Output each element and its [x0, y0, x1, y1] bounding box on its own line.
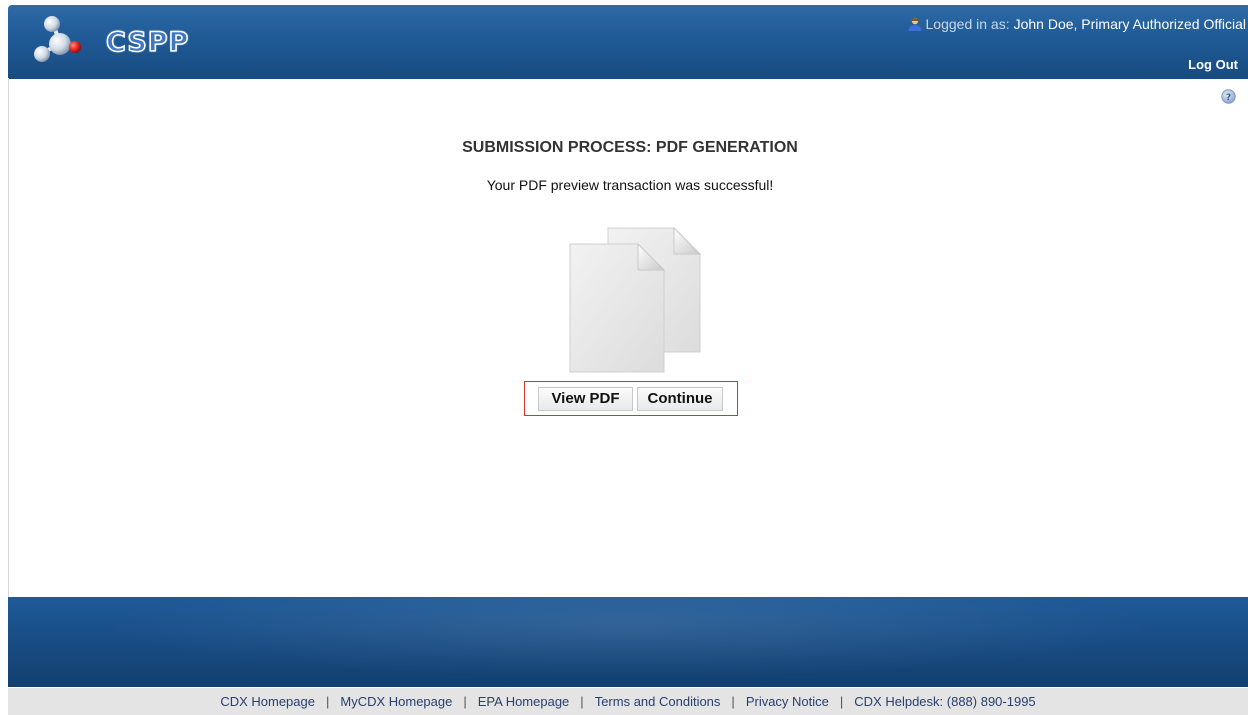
- footer-separator: |: [839, 694, 844, 709]
- user-name: John Doe, Primary Authorized Official: [1013, 16, 1246, 32]
- footer-links: CDX Homepage | MyCDX Homepage | EPA Home…: [8, 688, 1248, 715]
- document-copy-icon: [569, 226, 702, 373]
- molecule-logo-icon: [34, 16, 81, 62]
- page-title: SUBMISSION PROCESS: PDF GENERATION: [462, 139, 798, 156]
- footer-banner: [8, 597, 1248, 687]
- footer-link-cdx-homepage[interactable]: CDX Homepage: [220, 694, 315, 709]
- footer-link-helpdesk[interactable]: CDX Helpdesk: (888) 890-1995: [854, 694, 1035, 709]
- action-buttons-group: View PDF Continue: [524, 381, 738, 416]
- svg-text:?: ?: [1226, 93, 1231, 103]
- footer-link-terms[interactable]: Terms and Conditions: [595, 694, 721, 709]
- footer-link-mycdx-homepage[interactable]: MyCDX Homepage: [340, 694, 452, 709]
- footer-separator: |: [463, 694, 467, 709]
- header-bar: CSPP Logged in as: John Doe, Primary Aut…: [8, 5, 1248, 79]
- logged-in-label: Logged in as:: [925, 16, 1010, 32]
- help-icon[interactable]: ?: [1221, 89, 1236, 104]
- user-icon: [908, 17, 922, 31]
- continue-button[interactable]: Continue: [637, 387, 723, 411]
- footer-separator: |: [580, 694, 584, 709]
- footer-separator: |: [731, 694, 735, 709]
- log-out-link[interactable]: Log Out: [1188, 57, 1238, 72]
- page: CSPP Logged in as: John Doe, Primary Aut…: [0, 0, 1248, 715]
- view-pdf-button[interactable]: View PDF: [538, 387, 633, 411]
- footer-link-epa-homepage[interactable]: EPA Homepage: [478, 694, 570, 709]
- footer-link-privacy[interactable]: Privacy Notice: [746, 694, 829, 709]
- logo-text: CSPP: [105, 26, 190, 59]
- footer-separator: |: [325, 694, 330, 709]
- logo[interactable]: CSPP: [30, 14, 210, 66]
- logged-in-info: Logged in as: John Doe, Primary Authoriz…: [907, 16, 1246, 32]
- success-message: Your PDF preview transaction was success…: [486, 177, 774, 193]
